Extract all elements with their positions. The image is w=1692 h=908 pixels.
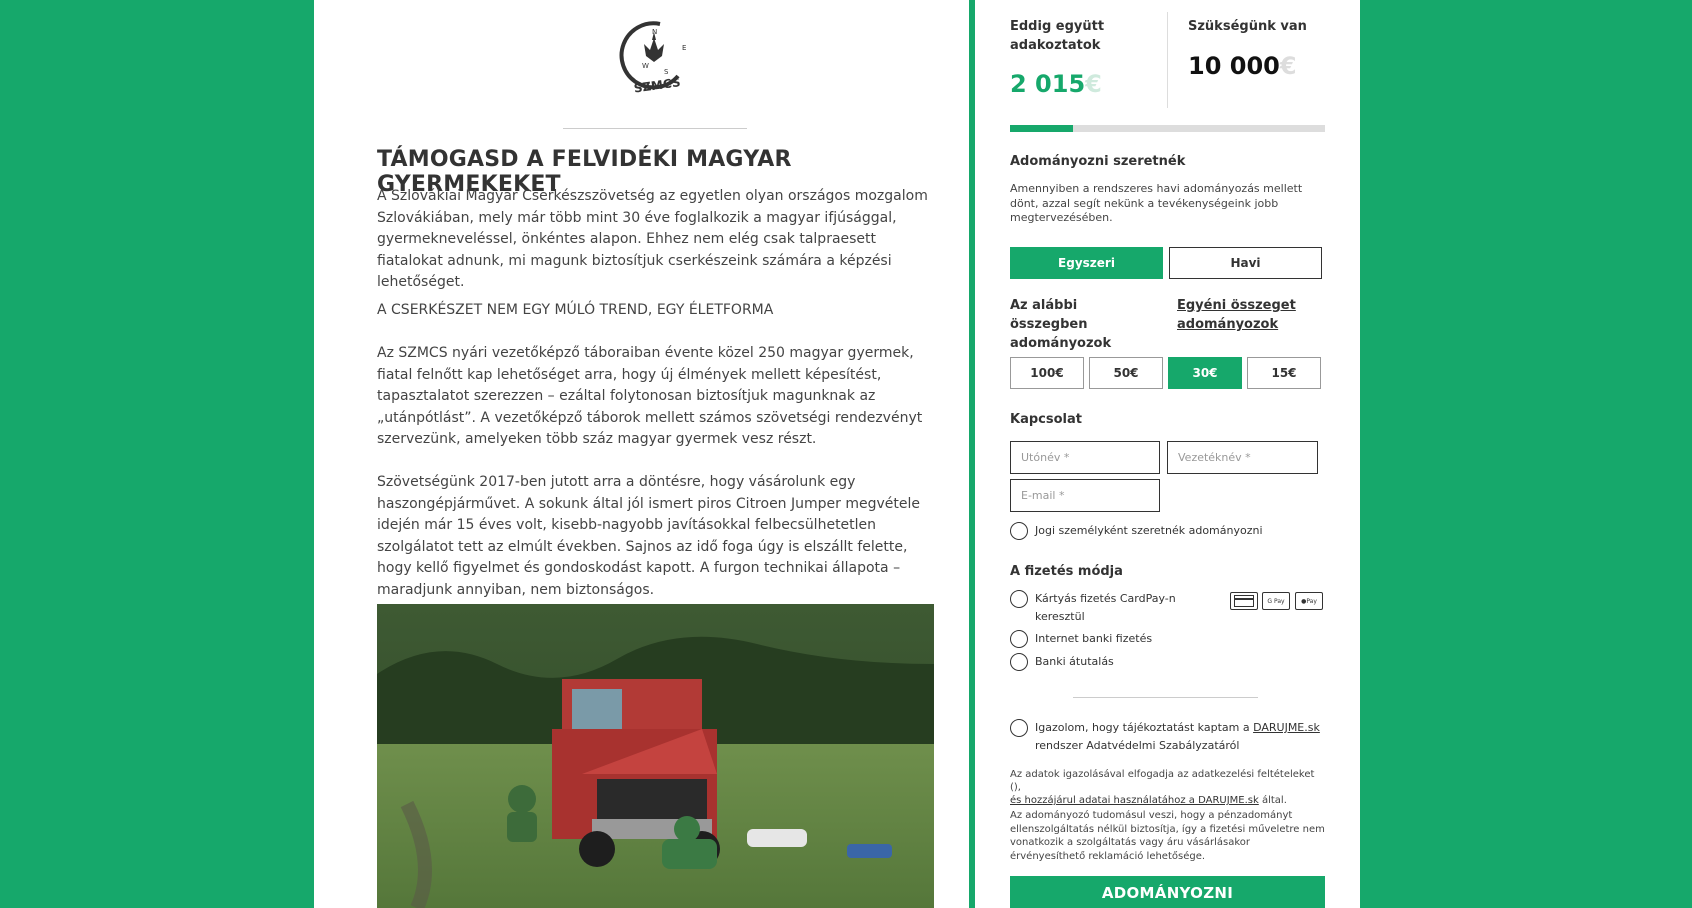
amount-50-button[interactable]: 50€ bbox=[1089, 357, 1163, 389]
contact-title: Kapcsolat bbox=[1010, 412, 1082, 427]
szmcs-logo: N E S W SZMCS bbox=[608, 10, 698, 100]
logo-divider bbox=[563, 128, 747, 129]
article-paragraph-1: A Szlovákiai Magyar Cserkészszövetség az… bbox=[377, 188, 928, 290]
custom-amount-link[interactable]: Egyéni összeget adományozok bbox=[1177, 296, 1317, 334]
article-photo bbox=[377, 604, 934, 908]
payment-transfer-option[interactable]: Banki átutalás bbox=[1010, 653, 1114, 671]
data-processing-link[interactable]: és hozzájárul adatai használatához a DAR… bbox=[1010, 795, 1259, 806]
payment-title: A fizetés módja bbox=[1010, 564, 1123, 579]
raised-label: Eddig együtt adakoztatok bbox=[1010, 19, 1105, 53]
donation-title: Adományozni szeretnék bbox=[1010, 154, 1186, 169]
darujme-link[interactable]: DARUJME.sk bbox=[1253, 721, 1320, 734]
company-radio-label: Jogi személyként szeretnék adományozni bbox=[1035, 524, 1263, 537]
legal-note: Az adományozó tudomásul veszi, hogy a pé… bbox=[1010, 810, 1325, 862]
last-name-field[interactable]: Vezetéknév * bbox=[1167, 441, 1318, 474]
article-paragraph-3: Az SZMCS nyári vezetőképző táboraiban év… bbox=[377, 345, 923, 447]
goal-label: Szükségünk van bbox=[1188, 19, 1307, 34]
card-radio-label: Kártyás fizetés CardPay-n keresztül bbox=[1035, 592, 1176, 623]
progress-fill bbox=[1010, 125, 1074, 132]
amount-100-button[interactable]: 100€ bbox=[1010, 357, 1084, 389]
preset-amount-label: Az alábbi összegben adományozok bbox=[1010, 298, 1112, 351]
goal-amount: 10 000€ bbox=[1188, 52, 1297, 80]
privacy-consent-option[interactable]: Igazolom, hogy tájékoztatást kaptam a DA… bbox=[1010, 719, 1320, 755]
svg-text:E: E bbox=[682, 44, 686, 52]
first-name-field[interactable]: Utónév * bbox=[1010, 441, 1160, 474]
svg-text:N: N bbox=[652, 28, 657, 36]
donation-note: Amennyiben a rendszeres havi adományozás… bbox=[1010, 182, 1303, 224]
tab-one-time[interactable]: Egyszeri bbox=[1010, 247, 1163, 279]
company-donor-option[interactable]: Jogi személyként szeretnék adományozni bbox=[1010, 522, 1263, 540]
raised-amount: 2 015€ bbox=[1010, 70, 1102, 98]
consent-divider bbox=[1073, 697, 1258, 698]
progress-bar bbox=[1010, 125, 1325, 132]
company-radio[interactable] bbox=[1010, 522, 1028, 540]
internet-radio[interactable] bbox=[1010, 630, 1028, 648]
apple-pay-icon: ● Pay bbox=[1295, 592, 1323, 610]
donate-button[interactable]: ADOMÁNYOZNI bbox=[1010, 876, 1325, 908]
transfer-radio[interactable] bbox=[1010, 653, 1028, 671]
article-paragraph-4: Szövetségünk 2017-ben jutott arra a dönt… bbox=[377, 474, 920, 598]
svg-text:SZMCS: SZMCS bbox=[633, 75, 681, 95]
transfer-radio-label: Banki átutalás bbox=[1035, 655, 1114, 668]
email-field[interactable]: E-mail * bbox=[1010, 479, 1160, 512]
card-radio[interactable] bbox=[1010, 590, 1028, 608]
data-processing-note: Az adatok igazolásával elfogadja az adat… bbox=[1010, 769, 1315, 806]
svg-text:W: W bbox=[642, 62, 649, 70]
tab-monthly[interactable]: Havi bbox=[1169, 247, 1322, 279]
payment-internet-option[interactable]: Internet banki fizetés bbox=[1010, 630, 1152, 648]
payment-card-option[interactable]: Kártyás fizetés CardPay-n keresztül bbox=[1010, 590, 1185, 626]
amount-30-button[interactable]: 30€ bbox=[1168, 357, 1242, 389]
amount-15-button[interactable]: 15€ bbox=[1247, 357, 1321, 389]
svg-text:S: S bbox=[664, 68, 669, 76]
internet-radio-label: Internet banki fizetés bbox=[1035, 632, 1153, 645]
privacy-consent-text: Igazolom, hogy tájékoztatást kaptam a DA… bbox=[1035, 721, 1320, 752]
google-pay-icon: G Pay bbox=[1262, 592, 1290, 610]
article-subheading: A CSERKÉSZET NEM EGY MÚLÓ TREND, EGY ÉLE… bbox=[377, 302, 774, 318]
stats-divider bbox=[1167, 12, 1168, 108]
credit-card-icon bbox=[1230, 592, 1258, 610]
privacy-radio[interactable] bbox=[1010, 719, 1028, 737]
